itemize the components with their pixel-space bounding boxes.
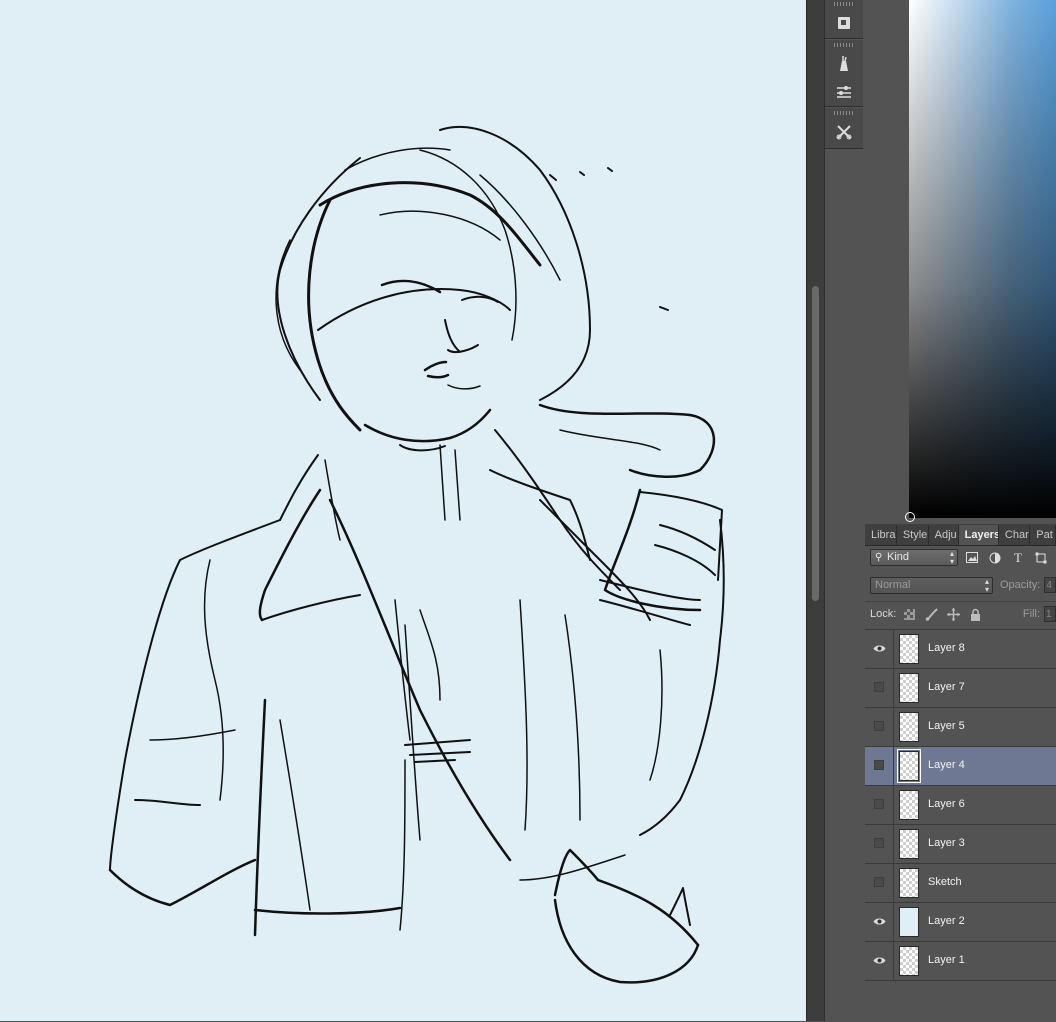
lock-position-icon[interactable]	[946, 607, 960, 621]
row-divider	[893, 825, 894, 863]
layer-name: Layer 5	[928, 720, 965, 732]
blend-mode-select[interactable]: Normal ▴ ▾	[870, 576, 993, 594]
row-divider	[893, 864, 894, 902]
3d-tool-icon[interactable]	[825, 9, 863, 37]
scrollbar-thumb[interactable]	[812, 286, 819, 601]
color-picker-cursor[interactable]	[905, 512, 915, 522]
tab-libraries[interactable]: Libra	[865, 525, 897, 545]
row-divider	[893, 630, 894, 668]
layer-thumbnail	[899, 946, 919, 976]
adjustment-filter-icon[interactable]	[986, 549, 1004, 567]
layer-name: Layer 3	[928, 837, 965, 849]
row-divider	[893, 903, 894, 941]
kind-filter-label: Kind	[887, 551, 910, 563]
tool-group-clone	[825, 108, 863, 149]
eye-icon[interactable]	[873, 642, 886, 655]
layer-row-selected[interactable]: Layer 4	[865, 746, 1056, 785]
layer-row[interactable]: Layer 1	[865, 941, 1056, 980]
visibility-toggle-off[interactable]	[874, 721, 884, 731]
layer-row[interactable]: Layer 8	[865, 629, 1056, 668]
layer-thumbnail	[899, 634, 919, 664]
visibility-toggle-off[interactable]	[874, 760, 884, 770]
layer-name: Layer 8	[928, 642, 965, 654]
layer-row[interactable]: Layer 6	[865, 785, 1056, 824]
canvas-vertical-scrollbar[interactable]	[806, 0, 825, 1021]
layer-name: Layer 4	[928, 759, 965, 771]
layer-thumbnail	[899, 673, 919, 703]
layers-empty-area	[865, 980, 1056, 1022]
lock-all-icon[interactable]	[968, 607, 982, 621]
panel-grip[interactable]	[834, 111, 854, 115]
row-divider	[893, 708, 894, 746]
color-picker-field[interactable]	[905, 0, 1056, 522]
select-arrows-icon: ▴ ▾	[949, 549, 954, 566]
sketch-artwork	[108, 125, 725, 984]
panel-grip[interactable]	[834, 43, 854, 47]
layer-row[interactable]: Layer 7	[865, 668, 1056, 707]
row-divider	[893, 747, 894, 785]
fill-label: Fill:	[1022, 608, 1040, 620]
blend-mode-value: Normal	[875, 578, 911, 591]
eye-icon[interactable]	[873, 954, 886, 967]
layer-name: Layer 6	[928, 798, 965, 810]
tool-presets-icon[interactable]	[825, 78, 863, 106]
image-filter-icon[interactable]	[963, 549, 981, 567]
blend-row: Normal ▴ ▾ Opacity: 4	[865, 573, 1056, 597]
visibility-toggle-off[interactable]	[874, 838, 884, 848]
layer-thumbnail	[899, 829, 919, 859]
layer-thumbnail	[899, 907, 919, 937]
layer-filter-row: ⚲ Kind ▴ ▾ T	[865, 545, 1056, 570]
select-arrows-icon: ▴ ▾	[984, 576, 989, 594]
layer-name: Sketch	[928, 876, 962, 888]
lock-transparent-pixels-icon[interactable]	[902, 607, 916, 621]
visibility-toggle-off[interactable]	[874, 799, 884, 809]
tab-styles[interactable]: Style	[897, 525, 929, 545]
layer-thumbnail	[897, 749, 921, 783]
document-canvas[interactable]	[0, 0, 806, 1021]
tab-layers[interactable]: Layers	[958, 525, 999, 545]
tool-group-3d	[825, 0, 863, 39]
lock-label: Lock:	[870, 608, 897, 620]
row-divider	[893, 786, 894, 824]
tab-character[interactable]: Char	[999, 525, 1031, 545]
tab-adjustments[interactable]: Adju	[929, 525, 959, 545]
layers-list: Layer 8 Layer 7 Layer 5 Layer 4 Layer 6 …	[865, 629, 1056, 980]
tool-group-brush	[825, 40, 863, 107]
layer-thumbnail	[899, 712, 919, 742]
layer-name: Layer 7	[928, 681, 965, 693]
opacity-label: Opacity:	[999, 579, 1041, 591]
eye-icon[interactable]	[873, 915, 886, 928]
lock-row: Lock: Fill: 1	[865, 601, 1056, 626]
panel-tabs: Libra Style Adju Layers Char Pat	[865, 524, 1056, 546]
kind-filter-select[interactable]: ⚲ Kind ▴ ▾	[870, 549, 958, 566]
row-divider	[893, 942, 894, 980]
tab-paths[interactable]: Pat	[1030, 525, 1056, 545]
layer-row[interactable]: Sketch	[865, 863, 1056, 902]
layer-thumbnail	[899, 790, 919, 820]
lock-image-pixels-icon[interactable]	[924, 607, 938, 621]
panel-grip[interactable]	[834, 2, 854, 6]
fill-input[interactable]: 1	[1044, 606, 1056, 622]
visibility-toggle-off[interactable]	[874, 682, 884, 692]
layer-row[interactable]: Layer 5	[865, 707, 1056, 746]
layer-thumbnail	[899, 868, 919, 898]
shape-filter-icon[interactable]	[1032, 549, 1050, 567]
row-divider	[893, 669, 894, 707]
layer-row[interactable]: Layer 3	[865, 824, 1056, 863]
search-icon: ⚲	[875, 552, 883, 563]
clone-source-icon[interactable]	[825, 118, 863, 146]
layer-row[interactable]: Layer 2	[865, 902, 1056, 941]
brush-presets-icon[interactable]	[825, 50, 863, 78]
collapsed-panel-strip	[824, 0, 864, 1021]
visibility-toggle-off[interactable]	[874, 877, 884, 887]
opacity-input[interactable]: 4	[1044, 577, 1056, 593]
layer-name: Layer 2	[928, 915, 965, 927]
type-filter-icon[interactable]: T	[1009, 549, 1027, 567]
layer-name: Layer 1	[928, 954, 965, 966]
